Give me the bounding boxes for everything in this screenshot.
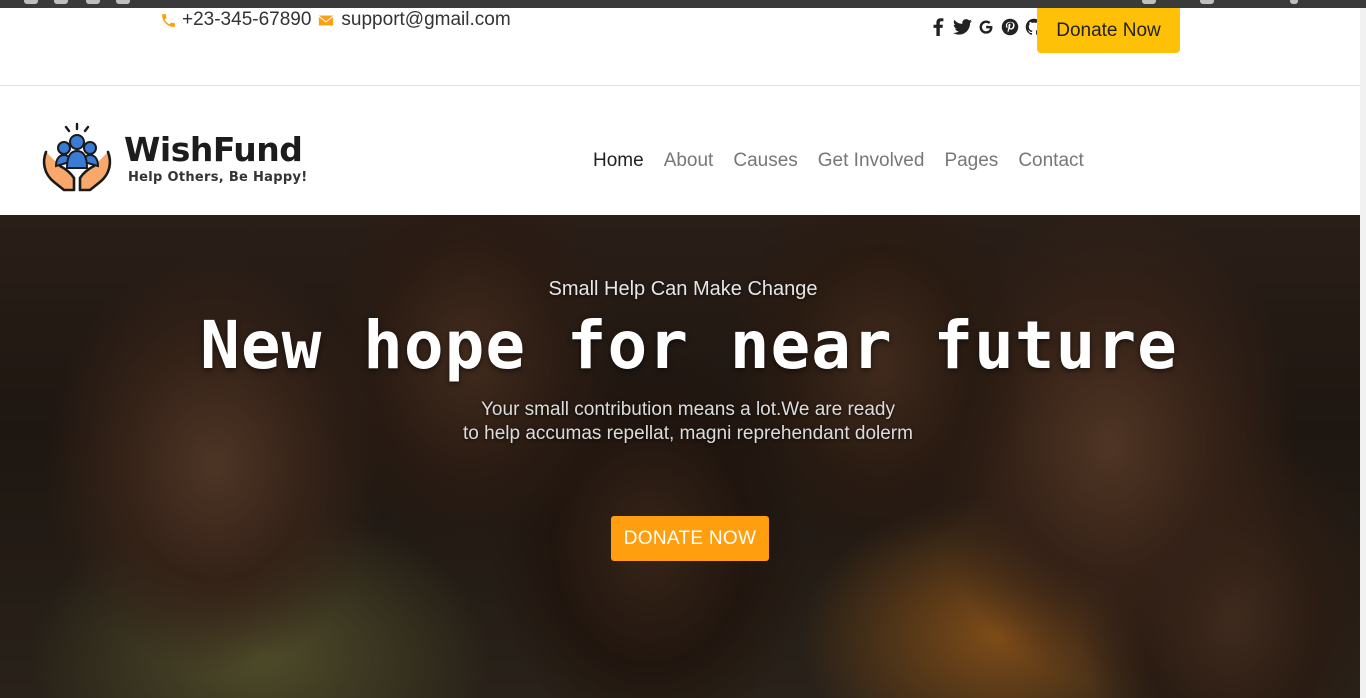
hero-title: New hope for near future <box>200 307 1178 384</box>
strip-icon <box>1200 0 1214 4</box>
twitter-icon[interactable] <box>952 17 972 37</box>
strip-icon <box>54 0 68 4</box>
facebook-icon[interactable] <box>928 17 948 37</box>
phone-link[interactable]: +23-345-67890 <box>182 9 311 31</box>
hero-description: Your small contribution means a lot.We a… <box>0 398 1366 446</box>
contact-info: +23-345-67890 support@gmail.com <box>160 9 511 31</box>
nav-item-home[interactable]: Home <box>583 148 654 174</box>
nav-item-about[interactable]: About <box>654 148 724 174</box>
donate-now-button[interactable]: Donate Now <box>1037 8 1180 53</box>
scrollbar[interactable] <box>1360 8 1366 698</box>
brand-tagline: Help Others, Be Happy! <box>128 169 308 185</box>
phone-icon <box>162 13 175 27</box>
nav-item-pages[interactable]: Pages <box>934 148 1008 174</box>
nav-item-contact[interactable]: Contact <box>1008 148 1093 174</box>
strip-icon <box>24 0 38 4</box>
logo[interactable]: WishFund Help Others, Be Happy! <box>40 122 307 194</box>
google-icon[interactable] <box>976 17 996 37</box>
brand-name: WishFund <box>124 129 303 169</box>
nav-item-get-involved[interactable]: Get Involved <box>808 148 935 174</box>
hero-donate-button[interactable]: DONATE NOW <box>611 516 769 561</box>
social-links <box>928 17 1044 37</box>
email-link[interactable]: support@gmail.com <box>341 9 510 31</box>
envelope-icon <box>319 15 334 25</box>
main-nav: Home About Causes Get Involved Pages Con… <box>583 148 1094 174</box>
pinterest-icon[interactable] <box>1000 17 1020 37</box>
top-bar: +23-345-67890 support@gmail.com Donate N… <box>0 8 1366 86</box>
strip-icon <box>1142 0 1156 4</box>
hero-banner: Small Help Can Make Change New hope for … <box>0 215 1366 698</box>
hands-people-logo-icon <box>42 122 112 192</box>
strip-icon <box>86 0 100 4</box>
strip-icon <box>116 0 130 4</box>
hero-subtitle: Small Help Can Make Change <box>548 278 818 300</box>
strip-icon <box>1290 0 1298 4</box>
hero-desc-line: to help accumas repellat, magni reprehen… <box>463 423 913 444</box>
hero-desc-line: Your small contribution means a lot.We a… <box>481 399 895 420</box>
site-header: WishFund Help Others, Be Happy! Home Abo… <box>0 86 1366 215</box>
nav-item-causes[interactable]: Causes <box>723 148 807 174</box>
browser-top-strip <box>0 0 1366 8</box>
